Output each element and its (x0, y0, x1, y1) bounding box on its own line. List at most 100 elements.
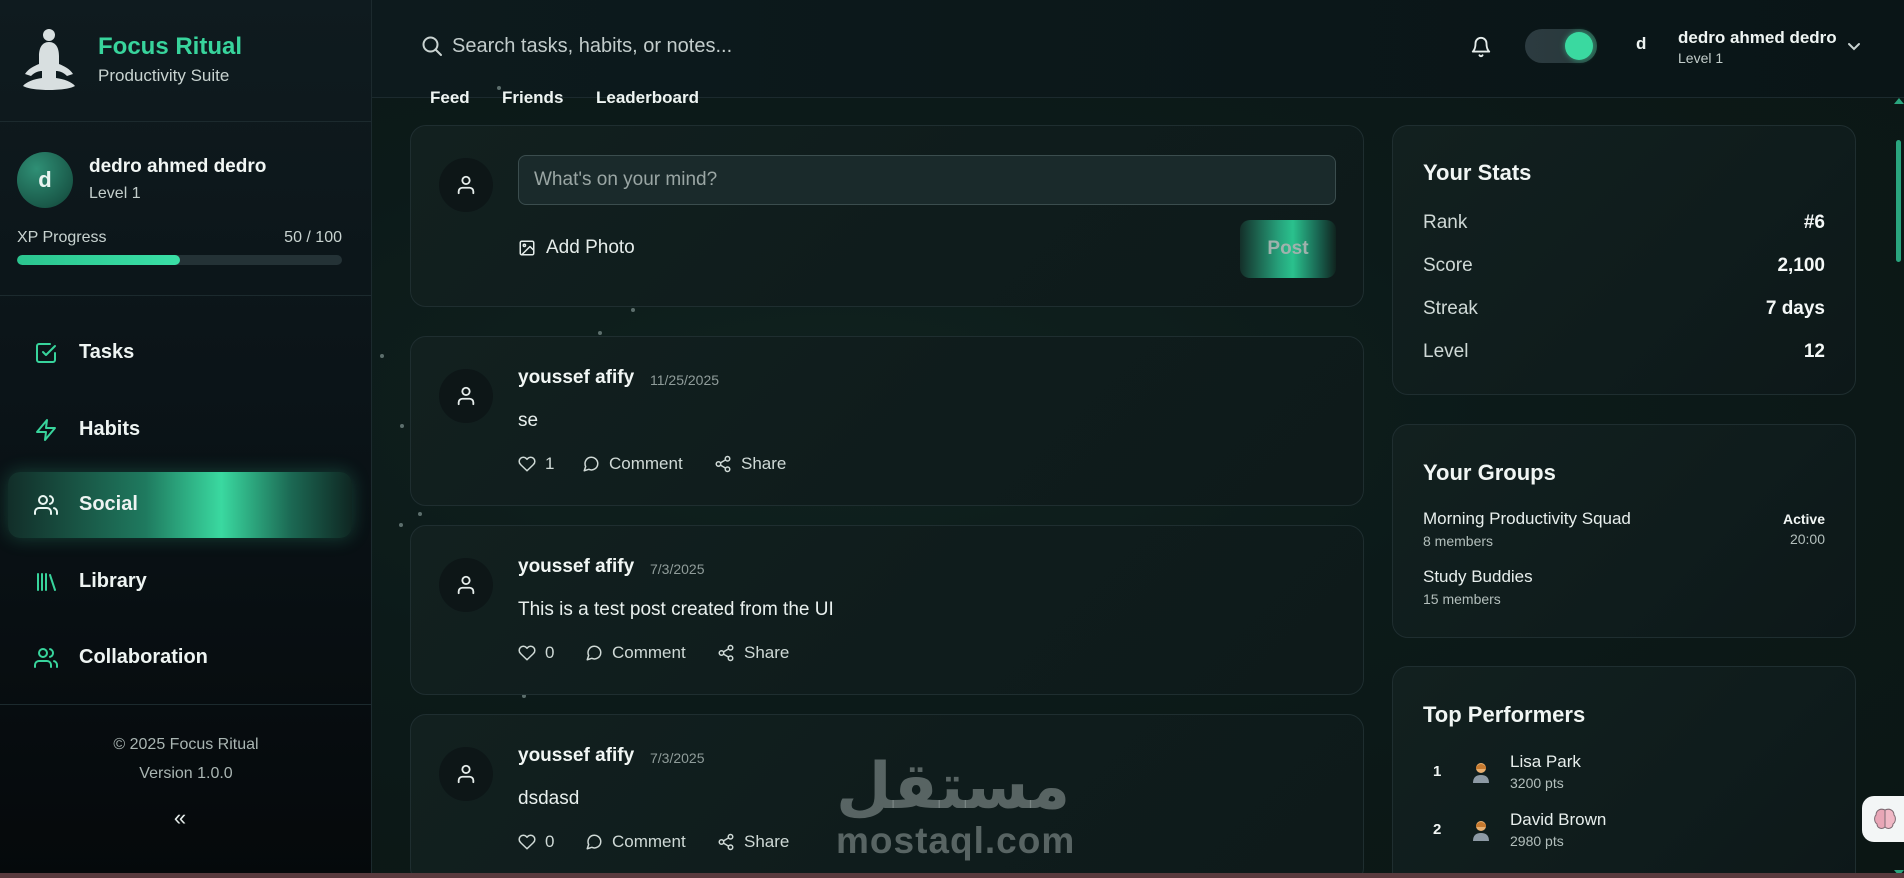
xp-value: 50 / 100 (284, 229, 342, 246)
stat-label: Score (1423, 255, 1473, 276)
sidebar-item-label: Habits (79, 418, 141, 440)
share-label: Share (744, 832, 790, 851)
groups-panel: Your Groups Morning Productivity Squad 8… (1392, 424, 1856, 638)
post-input[interactable] (518, 155, 1336, 205)
performer-name[interactable]: Lisa Park (1510, 752, 1581, 772)
top-bar: d dedro ahmed dedro Level 1 (372, 0, 1904, 98)
performer-name[interactable]: David Brown (1510, 810, 1606, 830)
stat-value: 2,100 (1777, 255, 1825, 276)
comment-icon (583, 456, 599, 472)
post-date: 11/25/2025 (650, 372, 720, 388)
post-author[interactable]: youssef afify (518, 556, 634, 578)
chevron-down-icon[interactable] (1846, 40, 1862, 52)
sidebar-item-habits[interactable]: Habits (8, 397, 352, 463)
add-photo-label: Add Photo (546, 237, 635, 258)
like-button[interactable]: 0 (518, 832, 554, 852)
users-icon (34, 495, 58, 515)
user-name[interactable]: dedro ahmed dedro (1678, 28, 1837, 48)
tab-leaderboard[interactable]: Leaderboard (596, 88, 699, 108)
xp-progress-bar (17, 255, 342, 265)
user-icon (457, 386, 475, 406)
performer-rank: 1 (1433, 763, 1442, 780)
top-performers-panel: Top Performers 1 Lisa Park 3200 pts 2 Da… (1392, 666, 1856, 878)
particle (399, 523, 403, 527)
share-icon (718, 833, 734, 851)
like-button[interactable]: 1 (518, 454, 554, 474)
particle (598, 331, 602, 335)
group-members: 8 members (1423, 533, 1494, 549)
watermark-logo-arabic: مستقل (836, 750, 1071, 824)
bell-icon[interactable] (1470, 35, 1492, 59)
sidebar-item-collaboration[interactable]: Collaboration (8, 625, 352, 691)
sidebar-footer: © 2025 Focus Ritual Version 1.0.0 « (0, 704, 372, 878)
post-author[interactable]: youssef afify (518, 367, 634, 389)
scroll-up-arrow[interactable] (1894, 98, 1904, 104)
stat-value: 12 (1803, 341, 1825, 362)
version-text: Version 1.0.0 (139, 765, 233, 782)
add-photo-button[interactable]: Add Photo (518, 237, 635, 259)
avatar (439, 369, 493, 423)
stats-title: Your Stats (1423, 160, 1532, 185)
profile-summary: d dedro ahmed dedro Level 1 XP Progress … (0, 122, 372, 296)
copyright-text: © 2025 Focus Ritual (113, 736, 259, 753)
sidebar-item-tasks[interactable]: Tasks (8, 320, 352, 386)
search-icon (422, 36, 442, 56)
comment-button[interactable]: Comment (585, 832, 686, 852)
stat-label: Streak (1423, 298, 1478, 319)
theme-toggle[interactable] (1525, 29, 1597, 63)
scroll-thumb[interactable] (1896, 140, 1901, 262)
post-button[interactable]: Post (1240, 220, 1336, 278)
stat-label: Level (1423, 341, 1469, 362)
users-icon (34, 648, 58, 668)
watermark-logo-text: mostaql.com (836, 820, 1076, 861)
app-title: Focus Ritual (98, 33, 243, 60)
share-button[interactable]: Share (717, 832, 789, 852)
stat-value: #6 (1803, 212, 1825, 233)
app-subtitle: Productivity Suite (98, 66, 230, 85)
comment-label: Comment (612, 643, 686, 662)
post-author[interactable]: youssef afify (518, 745, 634, 767)
person-icon (1473, 821, 1489, 841)
share-icon (715, 455, 731, 473)
sidebar-item-social[interactable]: Social (8, 472, 352, 538)
tab-feed[interactable]: Feed (420, 82, 480, 112)
share-button[interactable]: Share (714, 454, 786, 474)
group-name[interactable]: Study Buddies (1423, 567, 1533, 587)
post-date: 7/3/2025 (650, 561, 705, 577)
sidebar-item-library[interactable]: Library (8, 549, 352, 615)
collapse-sidebar-button[interactable]: « (168, 805, 192, 833)
performers-title: Top Performers (1423, 702, 1586, 727)
particle (497, 86, 501, 90)
comment-button[interactable]: Comment (585, 643, 686, 663)
lightning-icon (36, 419, 56, 441)
compose-card: Add Photo Post (410, 125, 1364, 307)
avatar (439, 747, 493, 801)
brand-header: Focus Ritual Productivity Suite (0, 0, 372, 122)
xp-label: XP Progress (17, 229, 107, 246)
tab-friends[interactable]: Friends (502, 88, 563, 108)
brain-assistant-button[interactable] (1862, 796, 1904, 842)
like-button[interactable]: 0 (518, 643, 554, 663)
share-icon (718, 644, 734, 662)
group-time: 20:00 (1789, 531, 1825, 547)
toggle-knob (1565, 32, 1593, 60)
groups-title: Your Groups (1423, 460, 1556, 485)
profile-level: Level 1 (89, 185, 141, 202)
meditation-logo-icon (23, 29, 75, 90)
library-icon (37, 573, 56, 591)
user-icon (457, 575, 475, 595)
user-icon (457, 175, 475, 195)
window-bottom-edge (0, 873, 1904, 878)
avatar[interactable]: d (17, 152, 73, 208)
particle (380, 354, 384, 358)
post-card: youssef afify 7/3/2025 This is a test po… (410, 525, 1364, 695)
page-scrollbar[interactable] (1893, 98, 1904, 878)
like-count: 1 (545, 454, 555, 473)
group-name[interactable]: Morning Productivity Squad (1423, 509, 1631, 529)
share-button[interactable]: Share (717, 643, 789, 663)
user-avatar[interactable]: d (1636, 34, 1646, 54)
search-input[interactable] (452, 30, 1012, 62)
comment-button[interactable]: Comment (582, 454, 683, 474)
avatar (439, 558, 493, 612)
group-status: Active (1782, 511, 1825, 527)
